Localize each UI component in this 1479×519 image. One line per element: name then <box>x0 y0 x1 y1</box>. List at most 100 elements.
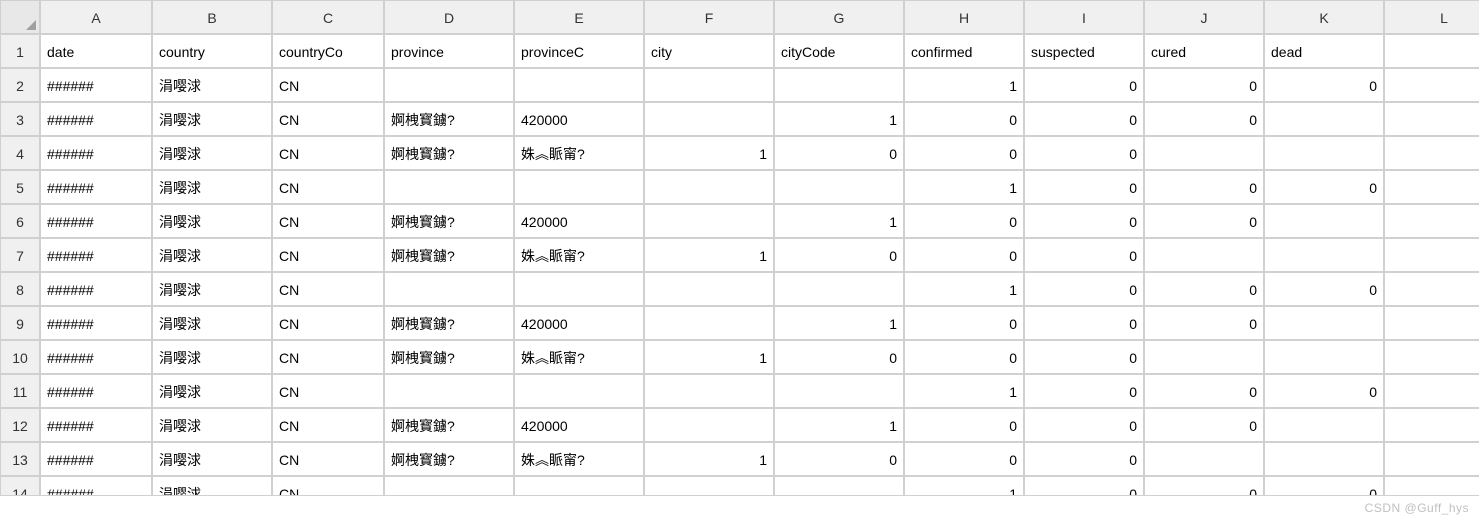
cell-6-L[interactable] <box>1384 204 1479 238</box>
cell-7-F[interactable]: 1 <box>644 238 774 272</box>
cell-9-C[interactable]: CN <box>272 306 384 340</box>
row-header-6[interactable]: 6 <box>0 204 40 238</box>
cell-3-I[interactable]: 0 <box>1024 102 1144 136</box>
cell-13-L[interactable] <box>1384 442 1479 476</box>
cell-5-H[interactable]: 1 <box>904 170 1024 204</box>
cell-1-H[interactable]: confirmed <box>904 34 1024 68</box>
cell-14-C[interactable]: CN <box>272 476 384 496</box>
cell-9-D[interactable]: 婀栧寳鐪? <box>384 306 514 340</box>
cell-7-E[interactable]: 姝︽眽甯? <box>514 238 644 272</box>
cell-8-D[interactable] <box>384 272 514 306</box>
cell-10-F[interactable]: 1 <box>644 340 774 374</box>
cell-3-K[interactable] <box>1264 102 1384 136</box>
cell-4-H[interactable]: 0 <box>904 136 1024 170</box>
column-header-J[interactable]: J <box>1144 0 1264 34</box>
cell-12-L[interactable] <box>1384 408 1479 442</box>
cell-2-E[interactable] <box>514 68 644 102</box>
cell-4-E[interactable]: 姝︽眽甯? <box>514 136 644 170</box>
cell-8-K[interactable]: 0 <box>1264 272 1384 306</box>
cell-11-F[interactable] <box>644 374 774 408</box>
cell-14-L[interactable] <box>1384 476 1479 496</box>
row-header-14[interactable]: 14 <box>0 476 40 496</box>
cell-13-K[interactable] <box>1264 442 1384 476</box>
cell-7-A[interactable]: ###### <box>40 238 152 272</box>
cell-1-E[interactable]: provinceC <box>514 34 644 68</box>
row-header-5[interactable]: 5 <box>0 170 40 204</box>
column-header-G[interactable]: G <box>774 0 904 34</box>
cell-14-K[interactable]: 0 <box>1264 476 1384 496</box>
cell-4-J[interactable] <box>1144 136 1264 170</box>
cell-2-I[interactable]: 0 <box>1024 68 1144 102</box>
cell-3-H[interactable]: 0 <box>904 102 1024 136</box>
cell-3-J[interactable]: 0 <box>1144 102 1264 136</box>
row-header-4[interactable]: 4 <box>0 136 40 170</box>
cell-12-K[interactable] <box>1264 408 1384 442</box>
cell-4-D[interactable]: 婀栧寳鐪? <box>384 136 514 170</box>
column-header-A[interactable]: A <box>40 0 152 34</box>
column-header-K[interactable]: K <box>1264 0 1384 34</box>
cell-6-B[interactable]: 涓嘤浗 <box>152 204 272 238</box>
cell-11-C[interactable]: CN <box>272 374 384 408</box>
cell-12-E[interactable]: 420000 <box>514 408 644 442</box>
cell-5-I[interactable]: 0 <box>1024 170 1144 204</box>
cell-2-L[interactable] <box>1384 68 1479 102</box>
cell-8-F[interactable] <box>644 272 774 306</box>
cell-7-C[interactable]: CN <box>272 238 384 272</box>
cell-12-I[interactable]: 0 <box>1024 408 1144 442</box>
cell-4-C[interactable]: CN <box>272 136 384 170</box>
cell-3-B[interactable]: 涓嘤浗 <box>152 102 272 136</box>
cell-5-L[interactable] <box>1384 170 1479 204</box>
cell-5-F[interactable] <box>644 170 774 204</box>
spreadsheet-grid[interactable]: ABCDEFGHIJKL1datecountrycountryCoprovinc… <box>0 0 1479 496</box>
cell-2-G[interactable] <box>774 68 904 102</box>
cell-2-C[interactable]: CN <box>272 68 384 102</box>
cell-9-A[interactable]: ###### <box>40 306 152 340</box>
row-header-13[interactable]: 13 <box>0 442 40 476</box>
cell-14-J[interactable]: 0 <box>1144 476 1264 496</box>
cell-6-J[interactable]: 0 <box>1144 204 1264 238</box>
cell-12-D[interactable]: 婀栧寳鐪? <box>384 408 514 442</box>
cell-6-G[interactable]: 1 <box>774 204 904 238</box>
cell-6-C[interactable]: CN <box>272 204 384 238</box>
cell-13-B[interactable]: 涓嘤浗 <box>152 442 272 476</box>
cell-12-H[interactable]: 0 <box>904 408 1024 442</box>
cell-9-F[interactable] <box>644 306 774 340</box>
cell-2-F[interactable] <box>644 68 774 102</box>
cell-1-D[interactable]: province <box>384 34 514 68</box>
column-header-L[interactable]: L <box>1384 0 1479 34</box>
cell-8-E[interactable] <box>514 272 644 306</box>
cell-9-G[interactable]: 1 <box>774 306 904 340</box>
cell-5-B[interactable]: 涓嘤浗 <box>152 170 272 204</box>
cell-14-D[interactable] <box>384 476 514 496</box>
cell-10-I[interactable]: 0 <box>1024 340 1144 374</box>
cell-11-K[interactable]: 0 <box>1264 374 1384 408</box>
cell-14-A[interactable]: ###### <box>40 476 152 496</box>
cell-12-B[interactable]: 涓嘤浗 <box>152 408 272 442</box>
cell-3-G[interactable]: 1 <box>774 102 904 136</box>
cell-6-K[interactable] <box>1264 204 1384 238</box>
cell-10-B[interactable]: 涓嘤浗 <box>152 340 272 374</box>
cell-1-B[interactable]: country <box>152 34 272 68</box>
cell-3-F[interactable] <box>644 102 774 136</box>
cell-3-A[interactable]: ###### <box>40 102 152 136</box>
row-header-2[interactable]: 2 <box>0 68 40 102</box>
cell-13-D[interactable]: 婀栧寳鐪? <box>384 442 514 476</box>
cell-11-L[interactable] <box>1384 374 1479 408</box>
cell-1-L[interactable] <box>1384 34 1479 68</box>
row-header-1[interactable]: 1 <box>0 34 40 68</box>
row-header-10[interactable]: 10 <box>0 340 40 374</box>
cell-11-B[interactable]: 涓嘤浗 <box>152 374 272 408</box>
cell-8-G[interactable] <box>774 272 904 306</box>
select-all-corner[interactable] <box>0 0 40 34</box>
cell-14-G[interactable] <box>774 476 904 496</box>
cell-10-C[interactable]: CN <box>272 340 384 374</box>
cell-4-A[interactable]: ###### <box>40 136 152 170</box>
cell-4-G[interactable]: 0 <box>774 136 904 170</box>
cell-4-F[interactable]: 1 <box>644 136 774 170</box>
cell-10-H[interactable]: 0 <box>904 340 1024 374</box>
cell-12-G[interactable]: 1 <box>774 408 904 442</box>
cell-9-E[interactable]: 420000 <box>514 306 644 340</box>
cell-9-J[interactable]: 0 <box>1144 306 1264 340</box>
cell-10-L[interactable] <box>1384 340 1479 374</box>
cell-14-H[interactable]: 1 <box>904 476 1024 496</box>
